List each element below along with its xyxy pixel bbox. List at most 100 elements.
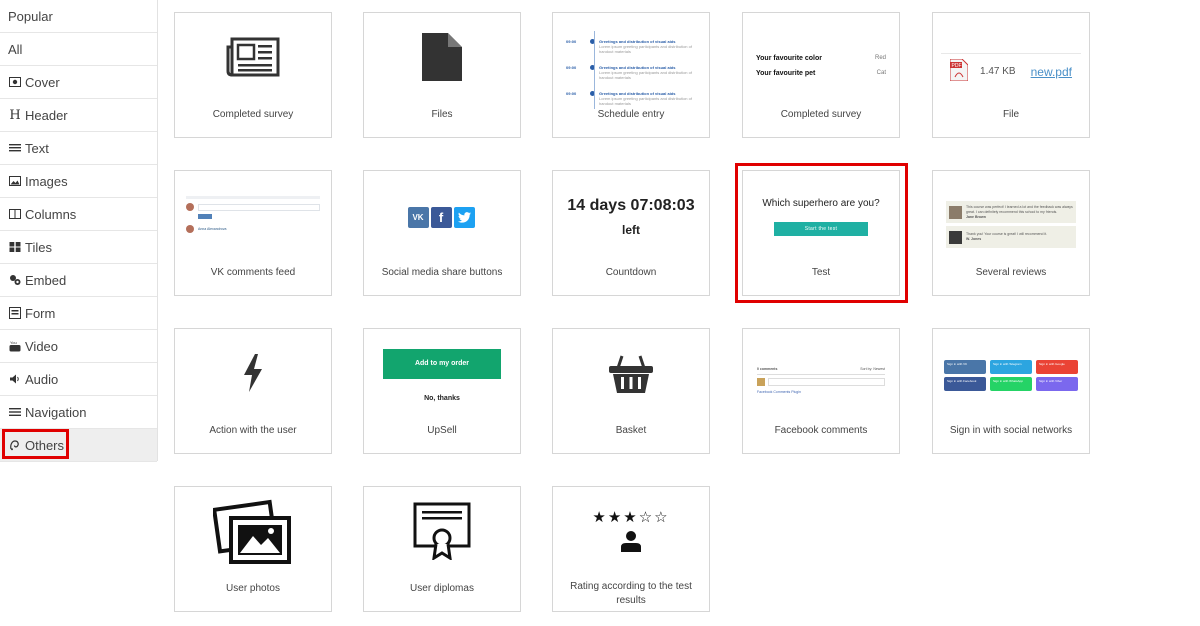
newspaper-icon [226, 37, 280, 82]
avatar [186, 203, 194, 211]
file-icon [422, 32, 462, 86]
schedule-desc: Lorem ipsum greeting participants and di… [599, 96, 692, 106]
sidebar-item-others[interactable]: Others [0, 429, 157, 462]
survey-answer: Cat [876, 70, 886, 76]
avatar [949, 205, 962, 219]
tile-file[interactable]: PDF 1.47 KB new.pdf File [932, 12, 1090, 138]
tile-upsell[interactable]: Add to my order No, thanks UpSell [363, 328, 521, 454]
schedule-time: 09:00 [566, 39, 577, 44]
comments-count: 0 comments [757, 367, 778, 371]
tile-label: VK comments feed [210, 267, 296, 278]
sidebar-item-label: Text [25, 140, 49, 156]
tile-action-with-user[interactable]: Action with the user [174, 328, 332, 454]
sidebar-item-label: Images [25, 173, 68, 189]
review-text: This course was perfect! I learned a lot… [966, 204, 1073, 214]
tile-schedule-entry[interactable]: 09:00 Greetings and distribution of visu… [552, 12, 710, 138]
tile-social-share[interactable]: VK f Social media share buttons [363, 170, 521, 296]
star-empty-icon: ☆ [638, 508, 655, 526]
sidebar-item-label: Audio [25, 371, 59, 387]
tile-completed-survey-answers[interactable]: Your favourite color Red Your favourite … [742, 12, 900, 138]
sidebar-item-columns[interactable]: Columns [0, 198, 157, 231]
sidebar-item-label: Tiles [25, 239, 52, 255]
file-size: 1.47 KB [980, 66, 1016, 77]
test-question: Which superhero are you? [762, 198, 880, 209]
sidebar-item-cover[interactable]: Cover [0, 66, 157, 99]
tile-social-signin[interactable]: Sign in with VK Sign in with Telegram Si… [932, 328, 1090, 454]
pdf-icon: PDF [949, 58, 969, 84]
tile-user-photos[interactable]: User photos [174, 486, 332, 612]
review-author: W. Jones [966, 237, 982, 241]
tile-basket[interactable]: Basket [552, 328, 710, 454]
sidebar-item-form[interactable]: Form [0, 297, 157, 330]
tile-label: Countdown [605, 267, 657, 278]
schedule-row: 09:00 Greetings and distribution of visu… [566, 91, 696, 106]
tile-test[interactable]: Which superhero are you? Start the test … [742, 170, 900, 296]
block-category-sidebar: Popular All Cover H Header Text Images C… [0, 0, 158, 462]
file-link[interactable]: new.pdf [1031, 65, 1072, 79]
file-preview: PDF 1.47 KB new.pdf [949, 58, 1072, 84]
vk-header-bar [186, 196, 320, 199]
signin-telegram-button: Sign in with Telegram [990, 359, 1032, 374]
survey-answers-preview: Your favourite color Red Your favourite … [756, 55, 886, 85]
sidebar-item-embed[interactable]: Embed [0, 264, 157, 297]
star-filled-icon: ★ [607, 508, 624, 526]
tile-files[interactable]: Files [363, 12, 521, 138]
columns-icon [8, 208, 22, 220]
star-empty-icon: ☆ [654, 508, 670, 526]
photos-icon [211, 498, 293, 569]
svg-text:You: You [10, 340, 17, 345]
reviews-preview: This course was perfect! I learned a lot… [946, 201, 1076, 251]
tile-user-diplomas[interactable]: User diplomas [363, 486, 521, 612]
countdown-preview: 14 days 07:08:03 left [567, 197, 694, 237]
tile-label: User photos [226, 583, 280, 594]
sidebar-item-all[interactable]: All [0, 33, 157, 66]
countdown-suffix: left [621, 223, 640, 237]
sidebar-item-video[interactable]: You Video [0, 330, 157, 363]
basket-icon [608, 352, 654, 399]
tile-completed-survey[interactable]: Completed survey [174, 12, 332, 138]
tile-label: Schedule entry [597, 109, 665, 120]
sidebar-item-text[interactable]: Text [0, 132, 157, 165]
sidebar-item-header[interactable]: H Header [0, 99, 157, 132]
sidebar-item-label: Embed [25, 272, 67, 288]
sidebar-item-audio[interactable]: Audio [0, 363, 157, 396]
sidebar-item-label: Cover [25, 74, 60, 90]
text-icon [8, 142, 22, 154]
tile-label: Files [431, 109, 453, 120]
tile-label: Sign in with social networks [949, 425, 1073, 436]
tile-label: Facebook comments [774, 425, 868, 436]
sidebar-item-tiles[interactable]: Tiles [0, 231, 157, 264]
twitter-icon [453, 206, 475, 228]
signin-whatsapp-button: Sign in with WhatsApp [990, 376, 1032, 391]
sidebar-item-navigation[interactable]: Navigation [0, 396, 157, 429]
cover-icon [8, 76, 22, 88]
tile-label: Completed survey [212, 109, 294, 120]
tile-rating-results[interactable]: ★★★☆☆ Rating according to the test resul… [552, 486, 710, 612]
avatar [186, 225, 194, 233]
test-preview: Which superhero are you? Start the test [762, 198, 880, 236]
image-icon [8, 175, 22, 187]
sidebar-item-label: All [8, 41, 23, 57]
tile-facebook-comments[interactable]: 0 comments Sort by: Newest Facebook Comm… [742, 328, 900, 454]
vk-comment: Anna Alexandrova [186, 225, 320, 233]
lightning-icon [242, 353, 264, 397]
sidebar-item-popular[interactable]: Popular [0, 0, 157, 33]
tile-label: User diplomas [410, 583, 474, 594]
avatar [949, 230, 962, 244]
survey-answer-row: Your favourite pet Cat [756, 70, 886, 77]
sidebar-item-images[interactable]: Images [0, 165, 157, 198]
audio-icon [8, 373, 22, 385]
review-card: Thank you! Your course is great! I will … [946, 226, 1076, 248]
schedule-row: 09:00 Greetings and distribution of visu… [566, 65, 696, 80]
tile-label: Action with the user [209, 425, 297, 436]
sidebar-item-label: Popular [8, 8, 53, 24]
timeline-line [594, 31, 595, 109]
tile-countdown[interactable]: 14 days 07:08:03 left Countdown [552, 170, 710, 296]
tile-label: Rating according to the test results [570, 581, 692, 606]
avatar [757, 378, 765, 386]
tile-vk-comments[interactable]: Anna Alexandrova VK comments feed [174, 170, 332, 296]
vk-icon: VK [407, 206, 429, 228]
start-test-button: Start the test [773, 222, 868, 236]
tile-several-reviews[interactable]: This course was perfect! I learned a lot… [932, 170, 1090, 296]
youtube-icon: You [8, 340, 22, 352]
